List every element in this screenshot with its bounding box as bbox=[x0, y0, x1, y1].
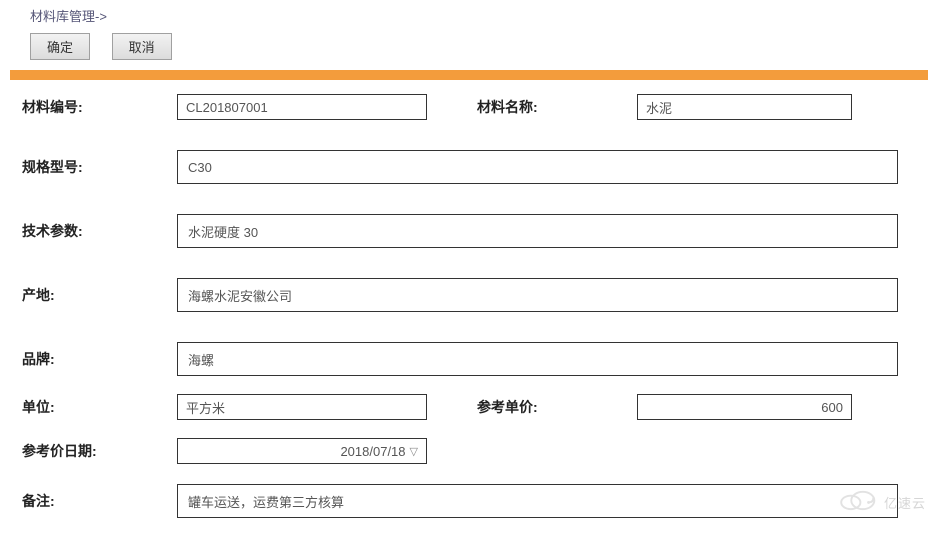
label-remark: 备注: bbox=[22, 491, 177, 511]
label-material-name: 材料名称: bbox=[477, 97, 637, 117]
row-brand: 品牌: bbox=[22, 342, 916, 376]
breadcrumb: 材料库管理-> bbox=[0, 0, 938, 33]
chevron-down-icon: ▽ bbox=[410, 445, 418, 458]
label-brand: 品牌: bbox=[22, 349, 177, 369]
origin-input[interactable] bbox=[177, 278, 898, 312]
button-row: 确定 取消 bbox=[0, 33, 938, 70]
tech-params-input[interactable] bbox=[177, 214, 898, 248]
remark-input[interactable] bbox=[177, 484, 898, 518]
label-material-code: 材料编号: bbox=[22, 97, 177, 117]
row-spec-model: 规格型号: bbox=[22, 150, 916, 184]
ref-price-input[interactable] bbox=[637, 394, 852, 420]
material-name-input[interactable] bbox=[637, 94, 852, 120]
label-tech-params: 技术参数: bbox=[22, 221, 177, 241]
unit-input[interactable] bbox=[177, 394, 427, 420]
label-origin: 产地: bbox=[22, 285, 177, 305]
row-unit-price: 单位: 参考单价: bbox=[22, 394, 916, 420]
confirm-button[interactable]: 确定 bbox=[30, 33, 90, 60]
label-ref-price: 参考单价: bbox=[477, 397, 637, 417]
row-material-code-name: 材料编号: 材料名称: bbox=[22, 94, 916, 120]
label-spec-model: 规格型号: bbox=[22, 157, 177, 177]
row-origin: 产地: bbox=[22, 278, 916, 312]
spec-model-input[interactable] bbox=[177, 150, 898, 184]
form: 材料编号: 材料名称: 规格型号: 技术参数: 产地: 品牌: 单位: 参考单价… bbox=[0, 94, 938, 518]
label-ref-date: 参考价日期: bbox=[22, 441, 177, 461]
divider-bar bbox=[10, 70, 928, 80]
material-code-input[interactable] bbox=[177, 94, 427, 120]
breadcrumb-text: 材料库管理-> bbox=[30, 9, 107, 24]
label-unit: 单位: bbox=[22, 397, 177, 417]
row-remark: 备注: bbox=[22, 484, 916, 518]
row-tech-params: 技术参数: bbox=[22, 214, 916, 248]
cancel-button[interactable]: 取消 bbox=[112, 33, 172, 60]
row-ref-date: 参考价日期: 2018/07/18 ▽ bbox=[22, 438, 916, 464]
ref-date-value: 2018/07/18 bbox=[340, 444, 405, 459]
brand-input[interactable] bbox=[177, 342, 898, 376]
ref-date-picker[interactable]: 2018/07/18 ▽ bbox=[177, 438, 427, 464]
